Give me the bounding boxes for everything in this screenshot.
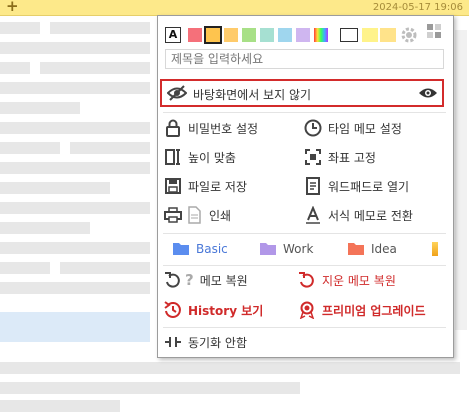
color-swatch-orange[interactable] (224, 28, 238, 42)
folder-work-label: Work (283, 242, 314, 256)
fix-position-label: 좌표 고정 (328, 150, 376, 165)
datetime-label: 2024-05-17 19:06 (372, 2, 463, 13)
history-label: History 보기 (188, 303, 264, 318)
undo-red-icon (298, 271, 316, 289)
color-swatch-blue[interactable] (278, 28, 292, 42)
separator (163, 327, 446, 328)
context-menu: A 바탕화면에서 보지 않기 (157, 15, 454, 358)
color-swatch-green[interactable] (242, 28, 256, 42)
hide-from-desktop-label: 바탕화면에서 보지 않기 (193, 88, 312, 102)
color-swatch-light-orange[interactable] (380, 28, 396, 42)
restore-deleted-label: 지운 메모 복원 (322, 273, 396, 288)
open-wordpad-item[interactable]: 워드패드로 열기 (304, 175, 409, 197)
restore-memo-label: 메모 복원 (199, 273, 248, 288)
fit-height-item[interactable]: 높이 맞춤 (164, 146, 236, 168)
timer-memo-item[interactable]: 타임 메모 설정 (304, 117, 402, 139)
format-memo-label: 서식 메모로 전환 (328, 208, 413, 223)
history-item[interactable]: History 보기 (164, 299, 263, 321)
hide-from-desktop-item[interactable]: 바탕화면에서 보지 않기 (160, 79, 444, 107)
separator (163, 233, 446, 234)
top-bar: + 2024-05-17 19:06 (0, 0, 469, 16)
save-file-label: 파일로 저장 (188, 179, 248, 194)
separator (163, 265, 446, 266)
eye-slash-icon (166, 84, 188, 102)
fit-height-label: 높이 맞춤 (188, 150, 236, 165)
history-icon (164, 301, 182, 319)
print-label: 인쇄 (209, 208, 232, 223)
folder-work[interactable]: Work (259, 240, 313, 258)
text-format-icon (304, 205, 322, 224)
password-setting-item[interactable]: 비밀번호 설정 (164, 117, 258, 139)
font-toggle-button[interactable]: A (165, 27, 181, 43)
eye-icon (418, 85, 438, 101)
folder-idea-label: Idea (371, 242, 397, 256)
save-file-item[interactable]: 파일로 저장 (164, 175, 247, 197)
folder-basic-label: Basic (196, 242, 228, 256)
award-ribbon-icon (298, 301, 316, 320)
folder-icon-blue (172, 240, 190, 258)
restore-deleted-item[interactable]: 지운 메모 복원 (298, 269, 396, 291)
print-item[interactable]: 인쇄 (164, 204, 231, 226)
color-swatch-yellow-selected[interactable] (204, 26, 222, 44)
color-swatch-white[interactable] (340, 28, 358, 42)
font-toggle-label: A (168, 28, 178, 41)
color-swatch-purple[interactable] (296, 28, 310, 42)
timer-memo-label: 타임 메모 설정 (328, 121, 402, 136)
fix-position-item[interactable]: 좌표 고정 (304, 146, 376, 168)
folder-icon-orange (347, 240, 365, 258)
folder-scroll-right-icon[interactable] (432, 242, 438, 256)
gear-icon[interactable] (400, 26, 418, 44)
grid-icon[interactable] (426, 23, 442, 39)
undo-icon (164, 271, 182, 289)
document-icon (304, 177, 322, 195)
clock-icon (304, 119, 322, 137)
color-spectrum-picker[interactable] (314, 28, 328, 42)
open-wordpad-label: 워드패드로 열기 (328, 179, 410, 194)
folder-basic[interactable]: Basic (172, 240, 228, 258)
title-input[interactable] (165, 49, 444, 69)
sync-item[interactable]: 동기화 안함 (164, 331, 247, 353)
add-memo-button[interactable]: + (6, 0, 19, 15)
color-swatch-pink[interactable] (188, 28, 202, 42)
folder-idea[interactable]: Idea (347, 240, 397, 258)
lock-icon (164, 119, 182, 137)
question-mark-icon: ? (185, 271, 194, 289)
folder-icon-purple (259, 240, 277, 258)
premium-upgrade-label: 프리미엄 업그레이드 (322, 303, 426, 318)
document-preview-icon (185, 206, 203, 224)
fit-height-icon (164, 148, 182, 166)
crosshair-frame-icon (304, 148, 322, 166)
separator (163, 112, 446, 113)
restore-memo-item[interactable]: ? 메모 복원 (164, 269, 248, 291)
sync-label: 동기화 안함 (188, 335, 248, 350)
sync-off-icon (164, 333, 182, 351)
password-setting-label: 비밀번호 설정 (188, 121, 259, 136)
format-memo-item[interactable]: 서식 메모로 전환 (304, 204, 413, 226)
printer-icon (164, 206, 182, 224)
premium-upgrade-item[interactable]: 프리미엄 업그레이드 (298, 299, 426, 321)
color-swatch-light-yellow[interactable] (362, 28, 378, 42)
floppy-disk-icon (164, 177, 182, 195)
color-swatch-teal[interactable] (260, 28, 274, 42)
